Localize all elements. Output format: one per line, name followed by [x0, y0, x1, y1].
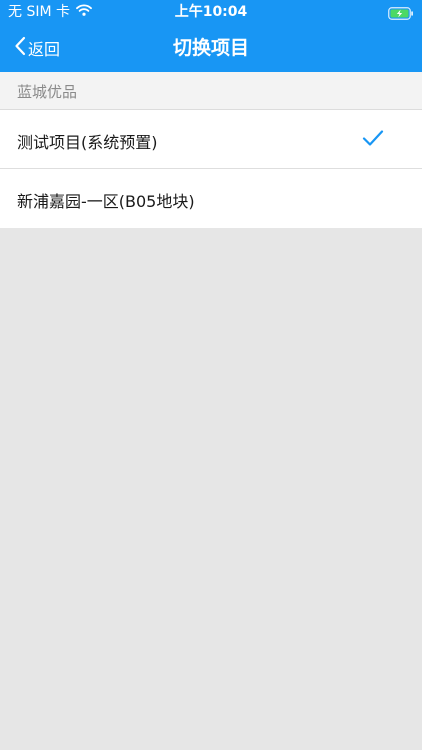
- project-name: 新浦嘉园-一区(B05地块): [17, 192, 195, 211]
- section-header: 蓝城优品: [0, 72, 422, 110]
- project-list: 测试项目(系统预置) 新浦嘉园-一区(B05地块): [0, 110, 422, 228]
- battery-charging-icon: [388, 5, 414, 20]
- section-header-label: 蓝城优品: [17, 83, 78, 101]
- project-row-test[interactable]: 测试项目(系统预置): [0, 110, 422, 169]
- navigation-bar: 返回 切换项目: [0, 24, 422, 72]
- top-bar: 无 SIM 卡 上午10:04 返回 切换项目: [0, 0, 422, 72]
- project-name: 测试项目(系统预置): [17, 133, 158, 152]
- page-title: 切换项目: [172, 37, 249, 59]
- status-bar: 无 SIM 卡 上午10:04: [0, 0, 422, 24]
- status-time: 上午10:04: [174, 4, 248, 20]
- project-row-xinpu[interactable]: 新浦嘉园-一区(B05地块): [0, 169, 422, 228]
- checkmark-icon: [362, 129, 384, 151]
